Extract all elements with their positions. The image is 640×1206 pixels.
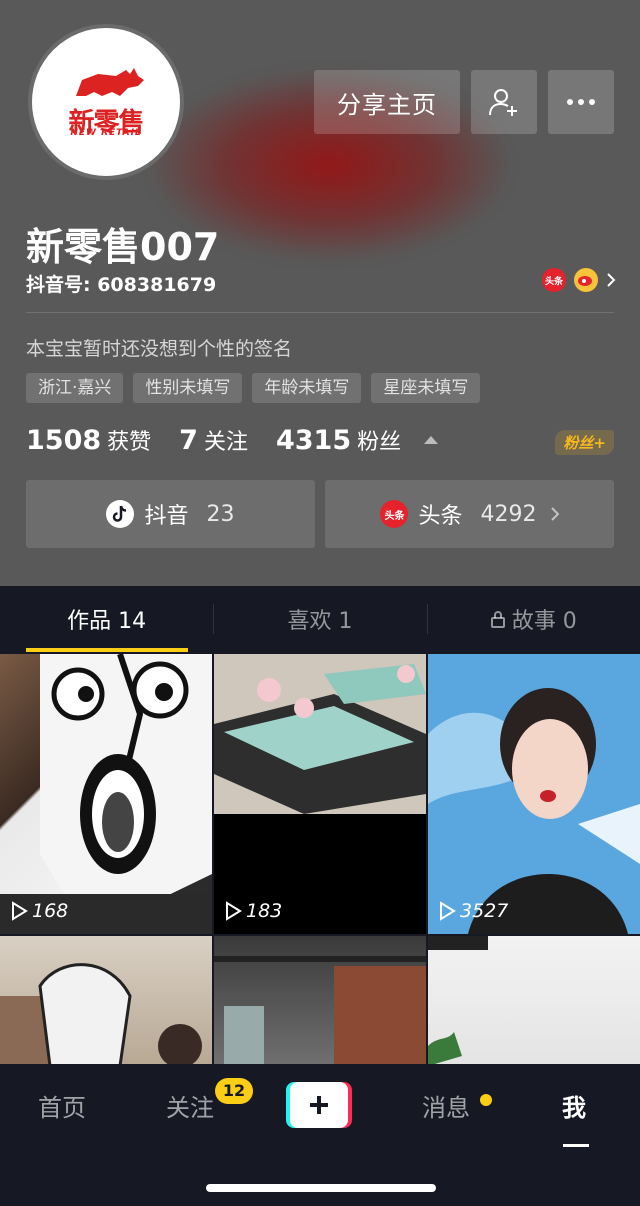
mascot-thumbnail-art [0, 654, 212, 934]
caret-up-icon[interactable] [424, 436, 438, 444]
rhino-logo-icon [76, 68, 144, 96]
nav-messages[interactable]: 消息 [422, 1088, 470, 1123]
play-count-value: 183 [246, 900, 283, 922]
more-button[interactable] [548, 70, 614, 134]
video-thumbnail[interactable] [428, 936, 640, 1066]
nav-follow[interactable]: 关注 [166, 1088, 214, 1123]
nickname: 新零售007 [26, 225, 220, 269]
fans-label[interactable]: 粉丝 [357, 424, 401, 456]
following-count[interactable]: 7 [179, 425, 198, 456]
play-count: 183 [224, 900, 282, 922]
douyin-icon [106, 500, 135, 528]
logo-subtext: NEW RETAIL [70, 128, 142, 138]
play-count-value: 3527 [460, 900, 509, 922]
following-label[interactable]: 关注 [204, 424, 248, 456]
tag-location: 浙江·嘉兴 [26, 373, 124, 403]
nav-active-indicator [563, 1144, 589, 1147]
tab-works[interactable]: 作品 14 [0, 586, 213, 652]
signature: 本宝宝暂时还没想到个性的签名 [26, 338, 293, 360]
add-friend-button[interactable] [471, 70, 537, 134]
tag-gender: 性别未填写 [133, 373, 243, 403]
weibo-icon [574, 268, 598, 292]
portrait-thumbnail-art [428, 654, 640, 934]
douyin-account-label: 抖音 [144, 504, 189, 529]
video-thumbnail[interactable] [0, 936, 212, 1066]
toutiao-account-label: 头条 [418, 504, 463, 529]
toutiao-account-button[interactable]: 头条 头条 4292 [325, 480, 614, 548]
likes-label: 获赞 [107, 430, 152, 455]
douyin-id: 抖音号: 608381679 [26, 274, 217, 296]
bottom-navigation: 首页 关注 12 消息 我 [0, 1064, 640, 1206]
video-thumbnail[interactable]: 168 [0, 654, 212, 934]
messages-dot [480, 1094, 492, 1106]
lock-icon [490, 611, 505, 628]
video-thumbnail[interactable]: 183 [214, 654, 426, 934]
play-icon [226, 901, 242, 921]
create-post-button[interactable] [286, 1082, 352, 1128]
mascot-store-thumbnail-art [0, 963, 202, 1066]
more-dots-icon [567, 99, 595, 105]
play-icon [12, 901, 28, 921]
fans-count[interactable]: 4315 [276, 425, 351, 456]
play-count-value: 168 [32, 900, 69, 922]
tab-stories[interactable]: 故事 0 [426, 586, 640, 652]
nav-me[interactable]: 我 [562, 1088, 586, 1123]
nav-home[interactable]: 首页 [38, 1088, 86, 1123]
douyin-account-button[interactable]: 抖音 23 [26, 480, 315, 548]
follow-badge: 12 [215, 1078, 253, 1104]
content-tabs: 作品 14 喜欢 1 故事 0 [0, 586, 640, 652]
toutiao-account-icon: 头条 [380, 500, 409, 528]
app: 新零售 NEW RETAIL 分享主页 新零售007 抖音号: 60838167… [0, 0, 640, 1206]
tab-likes[interactable]: 喜欢 1 [213, 586, 426, 652]
tag-age: 年龄未填写 [252, 373, 362, 403]
chevron-right-icon [550, 507, 559, 521]
share-profile-button[interactable]: 分享主页 [314, 70, 460, 134]
avatar[interactable]: 新零售 NEW RETAIL [28, 24, 184, 180]
home-indicator [206, 1184, 436, 1192]
tab-stories-label: 故事 0 [511, 609, 577, 634]
fans-plus-badge[interactable]: 粉丝+ [555, 430, 614, 455]
profile-stats: 1508 获赞 7 关注 4315 粉丝 [26, 424, 429, 456]
add-user-icon [489, 89, 517, 116]
wall-thumbnail-art [428, 936, 488, 1066]
product-box-thumbnail-art [214, 654, 426, 814]
video-thumbnail[interactable] [214, 936, 426, 1066]
tab-active-indicator [26, 648, 188, 652]
play-count: 3527 [438, 900, 508, 922]
linked-accounts[interactable]: 头条 [542, 268, 616, 292]
video-thumbnail[interactable]: 3527 [428, 654, 640, 934]
douyin-account-count: 23 [206, 501, 235, 527]
video-grid: 168 183 3527 [0, 654, 640, 1066]
profile-tags: 浙江·嘉兴 性别未填写 年龄未填写 星座未填写 [26, 373, 481, 403]
profile-header: 新零售 NEW RETAIL 分享主页 新零售007 抖音号: 60838167… [0, 0, 640, 586]
likes-count: 1508 [26, 425, 102, 456]
tag-constellation: 星座未填写 [371, 373, 481, 403]
divider [26, 312, 614, 313]
play-count: 168 [10, 900, 68, 922]
play-icon [440, 901, 456, 921]
toutiao-icon: 头条 [542, 268, 566, 292]
chevron-right-icon [607, 273, 616, 287]
toutiao-account-count: 4292 [480, 501, 537, 527]
interior-thumbnail-art [214, 956, 426, 1066]
